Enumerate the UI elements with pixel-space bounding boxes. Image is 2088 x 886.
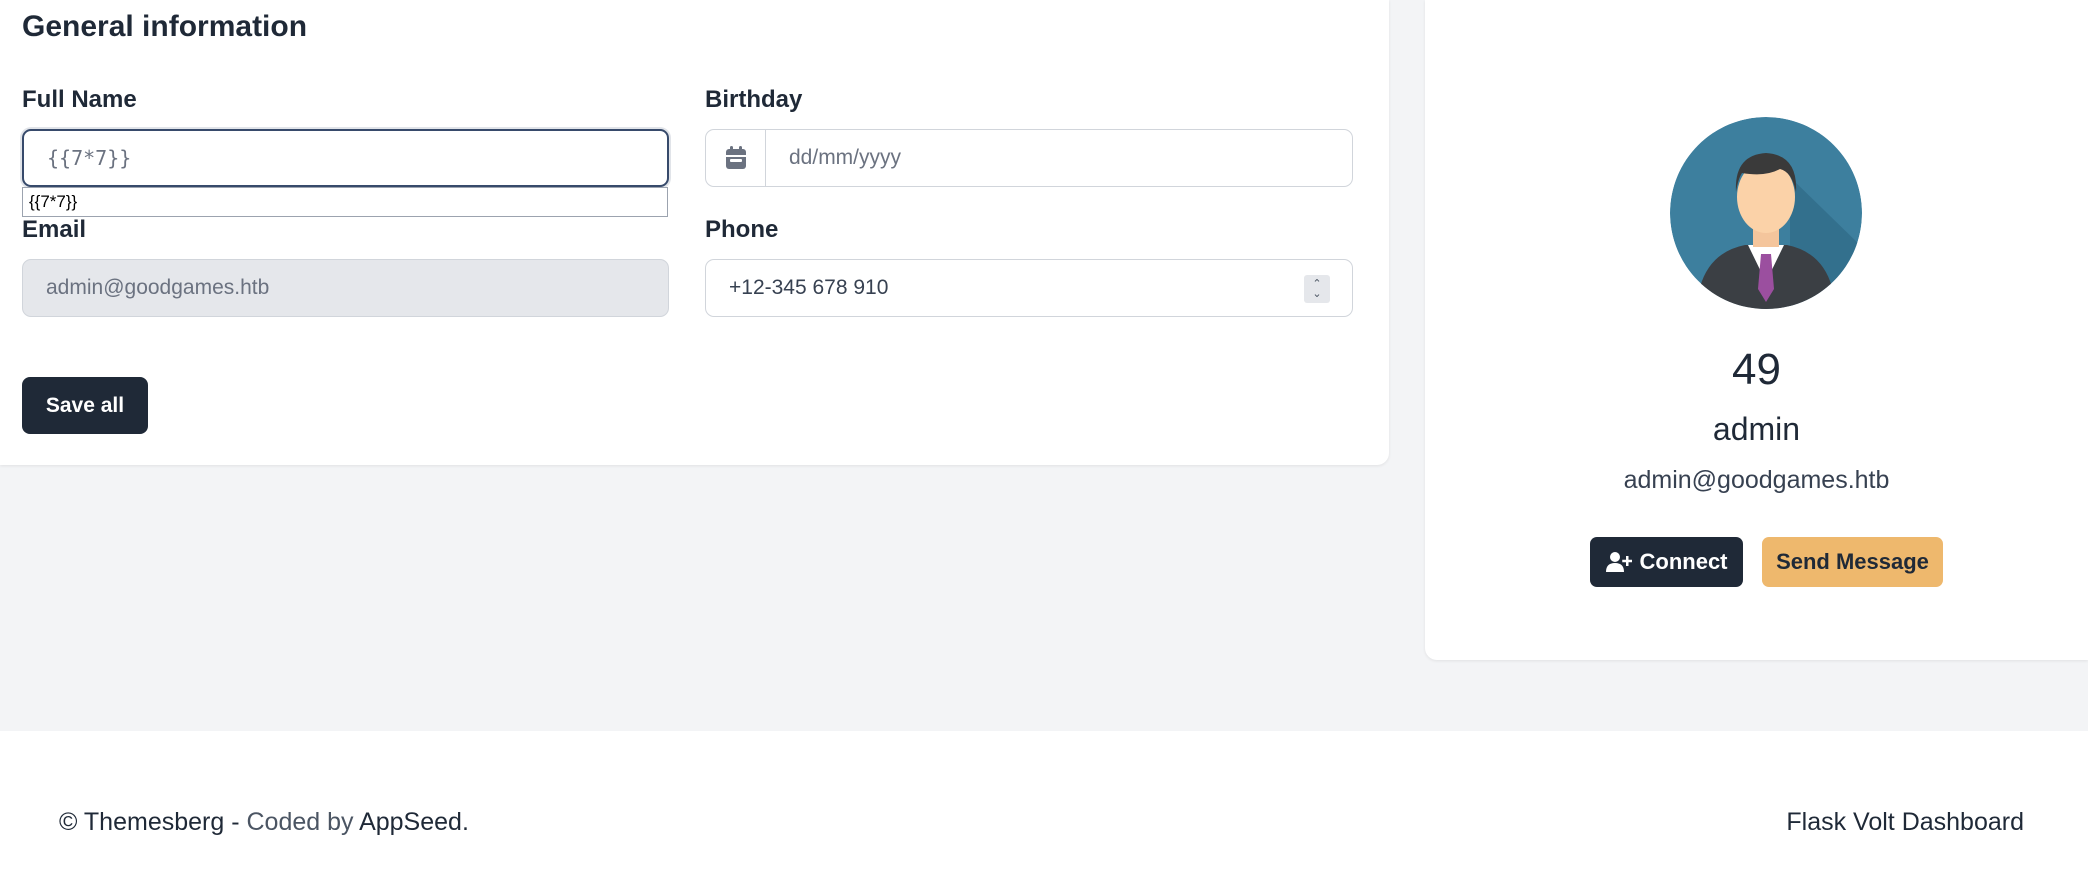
- profile-avatar: [1670, 117, 1862, 309]
- chevron-down-icon[interactable]: ⌄: [1312, 289, 1321, 300]
- footer-brand-link[interactable]: Flask Volt Dashboard: [1786, 808, 2024, 837]
- appseed-link[interactable]: AppSeed.: [359, 808, 469, 836]
- birthday-label: Birthday: [705, 86, 803, 113]
- user-plus-icon: [1605, 552, 1632, 572]
- footer: © Themesberg - Coded by AppSeed. Flask V…: [0, 731, 2088, 886]
- profile-card: 49 admin admin@goodgames.htb Connect Sen…: [1425, 0, 2088, 660]
- connect-label[interactable]: Connect: [1640, 549, 1728, 575]
- phone-value[interactable]: +12-345 678 910: [706, 276, 888, 300]
- full-name-value[interactable]: {{7*7}}: [24, 146, 131, 170]
- birthday-placeholder[interactable]: dd/mm/yyyy: [766, 146, 901, 170]
- birthday-input[interactable]: dd/mm/yyyy: [705, 129, 1353, 187]
- profile-email: admin@goodgames.htb: [1623, 466, 1890, 494]
- phone-label: Phone: [705, 216, 779, 243]
- connect-button[interactable]: Connect: [1590, 537, 1743, 587]
- copyright-text: © Themesberg -: [59, 808, 247, 836]
- email-label: Email: [22, 216, 87, 243]
- footer-copyright: © Themesberg - Coded by AppSeed.: [59, 808, 469, 837]
- save-all-button[interactable]: Save all: [22, 377, 148, 434]
- general-information-card: General information Full Name {{7*7}} {{…: [0, 0, 1389, 465]
- profile-name: admin: [1712, 411, 1801, 447]
- number-spinner[interactable]: ⌃ ⌄: [1304, 275, 1330, 303]
- send-message-button[interactable]: Send Message: [1762, 537, 1943, 587]
- full-name-input[interactable]: {{7*7}}: [22, 129, 669, 187]
- full-name-label: Full Name: [22, 86, 137, 113]
- phone-input[interactable]: +12-345 678 910 ⌃ ⌄: [705, 259, 1353, 317]
- card-title: General information: [22, 10, 308, 43]
- email-value: admin@goodgames.htb: [46, 276, 270, 299]
- coded-by-text: Coded by: [246, 808, 360, 836]
- profile-number: 49: [1732, 345, 1781, 394]
- autocomplete-suggestion[interactable]: {{7*7}}: [22, 187, 668, 217]
- calendar-icon[interactable]: [706, 130, 766, 186]
- email-input: admin@goodgames.htb: [22, 259, 669, 317]
